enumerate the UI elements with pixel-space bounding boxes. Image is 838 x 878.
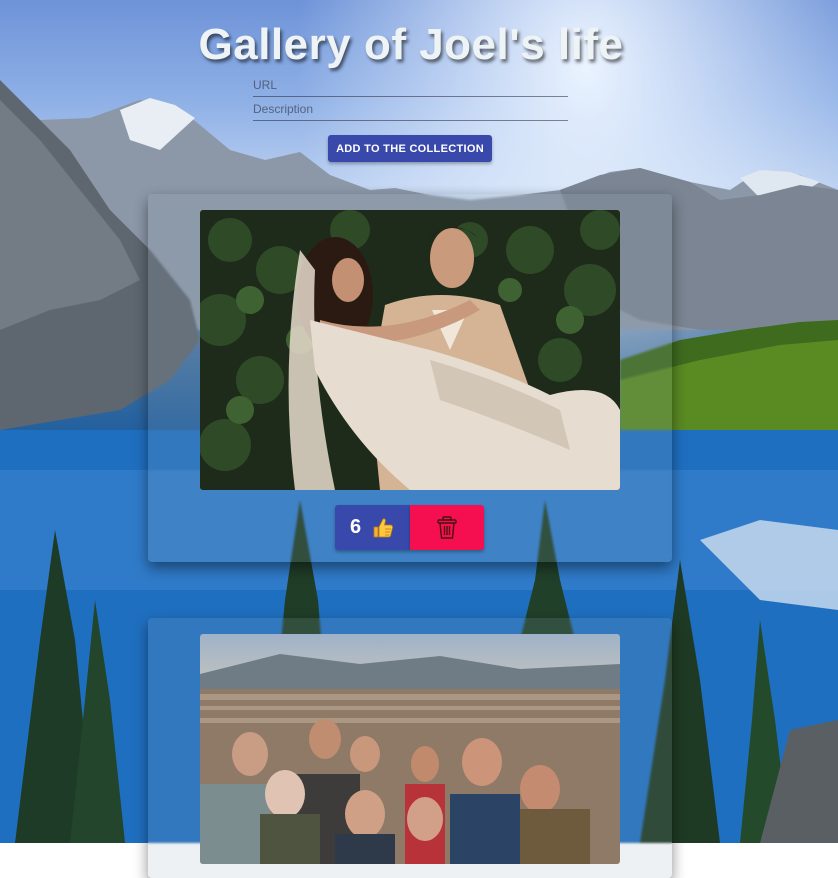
gallery-card: 6 (148, 194, 672, 562)
like-count: 6 (349, 516, 362, 538)
wedding-photo[interactable] (200, 210, 620, 490)
url-input[interactable] (253, 74, 568, 97)
trash-icon (437, 515, 457, 539)
delete-button[interactable] (410, 505, 484, 550)
thumbs-up-icon (373, 517, 394, 537)
description-input[interactable] (253, 98, 568, 121)
gallery-card (148, 618, 672, 878)
group-photo[interactable] (200, 634, 620, 864)
card-actions: 6 (335, 505, 484, 550)
page-title: Gallery of Joel's life (198, 20, 624, 69)
group-photo-image (200, 634, 620, 864)
add-to-collection-button[interactable]: ADD TO THE COLLECTION (328, 135, 492, 162)
wedding-photo-image (200, 210, 620, 490)
like-button[interactable]: 6 (335, 505, 410, 550)
